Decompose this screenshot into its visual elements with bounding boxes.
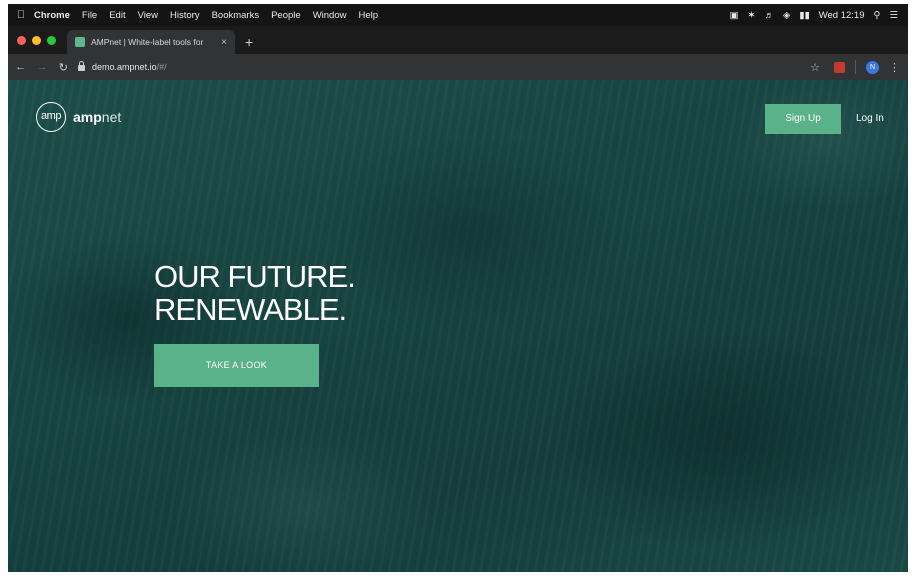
logo-word-bold: amp <box>73 109 102 125</box>
more-menu-icon[interactable]: ⋮ <box>889 61 900 74</box>
reload-icon[interactable]: ↻ <box>55 61 72 74</box>
menu-edit[interactable]: Edit <box>109 10 125 21</box>
menu-bar-clock[interactable]: Wed 12:19 <box>819 10 865 21</box>
minimize-window-button[interactable] <box>32 35 41 45</box>
close-window-button[interactable] <box>17 35 26 45</box>
menu-people[interactable]: People <box>271 10 301 21</box>
menu-history[interactable]: History <box>170 10 200 21</box>
ampnet-logo[interactable]: amp ampnet <box>36 102 121 132</box>
back-arrow-icon[interactable]: ← <box>12 61 29 73</box>
spotlight-search-icon[interactable]: ⚲ <box>874 10 881 21</box>
menu-help[interactable]: Help <box>358 10 378 21</box>
browser-tab-strip: AMPnet | White-label tools for × + <box>8 26 908 54</box>
zoom-window-button[interactable] <box>47 35 56 45</box>
logo-word-light: net <box>101 109 122 125</box>
window-controls <box>8 26 67 54</box>
menu-bookmarks[interactable]: Bookmarks <box>212 10 260 21</box>
tab-title: AMPnet | White-label tools for <box>91 37 204 47</box>
tab-close-icon[interactable]: × <box>221 37 227 48</box>
log-in-link[interactable]: Log In <box>856 104 884 134</box>
hero-line-2: RENEWABLE. <box>154 292 347 327</box>
hero-line-1: OUR FUTURE. <box>154 259 356 294</box>
forward-arrow-icon[interactable]: → <box>33 61 50 73</box>
sign-up-button[interactable]: Sign Up <box>765 104 841 134</box>
menu-window[interactable]: Window <box>313 10 347 21</box>
menu-app-chrome[interactable]: Chrome <box>34 10 70 21</box>
volume-icon[interactable]: ♬ <box>764 10 774 21</box>
toolbar-divider <box>855 60 857 74</box>
bookmark-star-icon[interactable]: ☆ <box>810 61 820 74</box>
url-domain: demo.ampnet.io <box>92 62 157 72</box>
menu-file[interactable]: File <box>82 10 97 21</box>
airplay-icon[interactable]: ▣ <box>729 10 738 21</box>
browser-tab-ampnet[interactable]: AMPnet | White-label tools for × <box>67 30 235 54</box>
profile-avatar[interactable]: N <box>866 60 880 74</box>
ampnet-logo-wordmark: ampnet <box>73 109 121 125</box>
macos-menu-bar:  Chrome File Edit View History Bookmark… <box>8 4 908 26</box>
toolbar-actions: ☆ N ⋮ <box>810 60 908 74</box>
battery-icon[interactable]: ▮▮ <box>799 10 809 21</box>
apple-menu-icon[interactable]:  <box>8 9 34 21</box>
bluetooth-icon[interactable]: ✶ <box>747 10 755 21</box>
ampnet-logo-mark: amp <box>36 102 66 132</box>
address-bar[interactable]: demo.ampnet.io/#/ <box>78 57 810 77</box>
menu-bar-status-area: ▣ ✶ ♬ ◈ ▮▮ Wed 12:19 ⚲ ☰ <box>720 10 908 21</box>
extension-icon[interactable] <box>834 61 846 73</box>
secure-lock-icon[interactable] <box>78 61 86 71</box>
notification-center-icon[interactable]: ☰ <box>889 10 898 21</box>
url-path: /#/ <box>156 62 167 72</box>
hero-heading: OUR FUTURE. RENEWABLE. <box>154 259 356 327</box>
browser-toolbar: ← → ↻ demo.ampnet.io/#/ ☆ N ⋮ <box>8 54 908 80</box>
ampnet-favicon-icon <box>75 37 85 47</box>
menu-view[interactable]: View <box>138 10 158 21</box>
wifi-icon[interactable]: ◈ <box>783 10 790 21</box>
page-viewport: amp ampnet Sign Up Log In OUR FUTURE. RE… <box>8 80 908 572</box>
new-tab-button[interactable]: + <box>245 30 253 54</box>
screen:  Chrome File Edit View History Bookmark… <box>8 4 908 572</box>
take-a-look-button[interactable]: TAKE A LOOK <box>154 344 319 387</box>
